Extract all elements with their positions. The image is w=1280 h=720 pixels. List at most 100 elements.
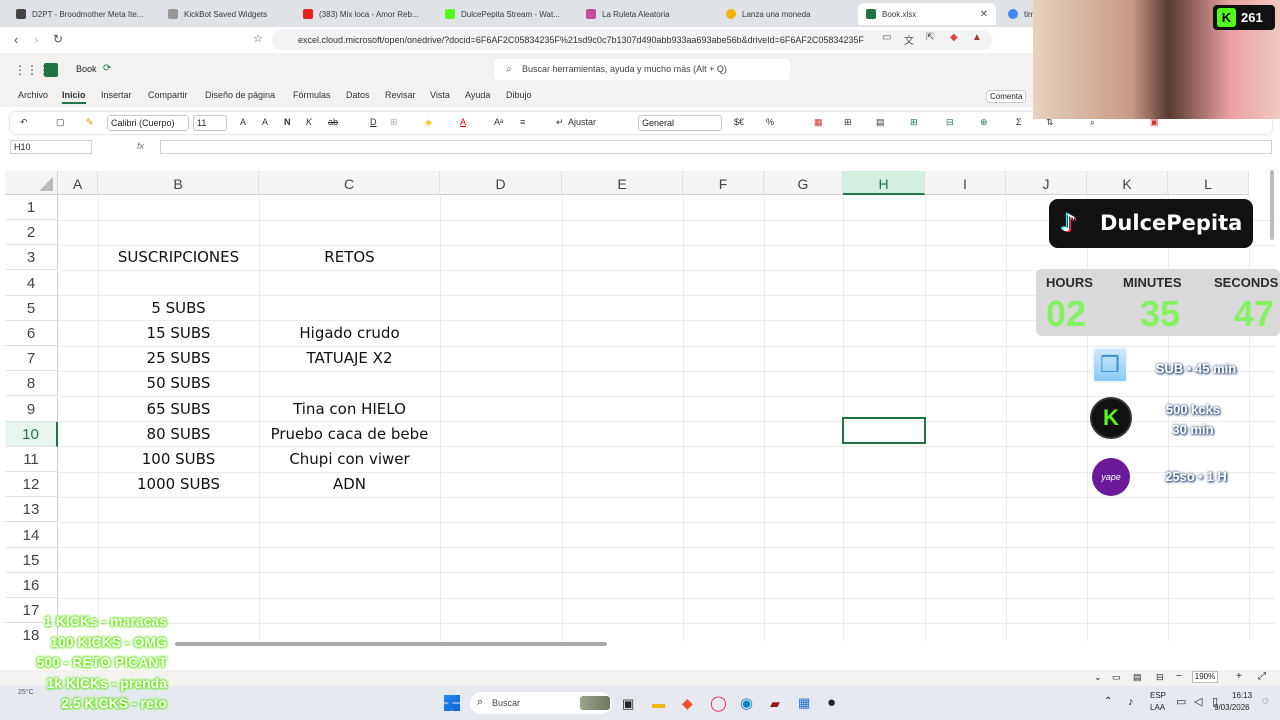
reload-icon[interactable]: ↻ [53, 32, 63, 46]
cell-b9[interactable]: 65 SUBS [98, 397, 259, 422]
brave-shield-icon[interactable]: ◆ [950, 32, 958, 43]
mic-icon[interactable]: ♪ [1128, 696, 1134, 708]
zoom-out-icon[interactable]: − [1176, 671, 1182, 682]
menu-compartir[interactable]: Compartir [148, 90, 188, 100]
column-header-g[interactable]: G [764, 171, 843, 195]
cell-c7[interactable]: TATUAJE X2 [259, 346, 440, 371]
notification-icon[interactable]: ◌ [1262, 695, 1269, 707]
share-icon[interactable]: ⇱ [926, 32, 934, 43]
tab-ruleta[interactable]: La Ruleta Aleatoria [578, 3, 718, 25]
tab-tim[interactable]: tim [1000, 3, 1034, 25]
insert-cells-icon[interactable]: ⊞ [910, 117, 918, 128]
column-header-f[interactable]: F [683, 171, 764, 195]
page-break-icon[interactable]: ⊟ [1156, 672, 1164, 683]
font-family-select[interactable]: Calibri (Cuerpo) [107, 115, 189, 131]
lang-top[interactable]: ESP [1150, 691, 1166, 700]
row-header-7[interactable]: 7 [5, 346, 58, 372]
app-icon[interactable]: ▰ [770, 696, 780, 712]
menu-diseno[interactable]: Diseño de página [205, 90, 275, 100]
translate-icon[interactable]: 文 [904, 32, 914, 47]
comments-button[interactable]: Comenta [986, 90, 1027, 103]
menu-formulas[interactable]: Fórmulas [293, 90, 331, 100]
column-header-e[interactable]: E [562, 171, 683, 195]
fill-color-icon[interactable]: ◈ [425, 117, 432, 128]
align-icon[interactable]: ≡ [520, 117, 525, 127]
menu-datos[interactable]: Datos [346, 90, 370, 100]
fit-icon[interactable]: ⤢ [1258, 671, 1266, 682]
number-format-select[interactable]: General [638, 115, 722, 131]
cell-b8[interactable]: 50 SUBS [98, 371, 259, 396]
row-header-5[interactable]: 5 [5, 295, 58, 321]
paste-icon[interactable]: ▢ [56, 117, 65, 128]
cell-c12[interactable]: ADN [259, 472, 440, 497]
wrap-text-icon[interactable]: ↵ [556, 117, 564, 128]
row-header-16[interactable]: 16 [5, 573, 58, 598]
page-view-icon[interactable]: ▤ [1133, 672, 1142, 683]
fx-icon[interactable]: fx [137, 141, 144, 151]
tab-kickbot[interactable]: KickBot Saved Widgets [160, 3, 295, 25]
borders-icon[interactable]: ⊞ [390, 117, 398, 128]
row-header-3[interactable]: 3 [5, 245, 58, 271]
selected-cell[interactable] [842, 417, 926, 444]
conditional-format-icon[interactable]: ▦ [814, 117, 823, 128]
menu-vista[interactable]: Vista [430, 90, 450, 100]
network-icon[interactable]: ▭ [1176, 695, 1186, 708]
row-header-15[interactable]: 15 [5, 547, 58, 573]
column-header-j[interactable]: J [1006, 171, 1087, 195]
opera-icon[interactable]: ◯ [710, 694, 727, 712]
cell-b6[interactable]: 15 SUBS [98, 321, 259, 346]
font-color-icon[interactable]: A [460, 117, 466, 127]
cell-b10[interactable]: 80 SUBS [98, 422, 259, 447]
underline-icon[interactable]: D [370, 117, 377, 127]
obs-icon[interactable]: ● [827, 694, 836, 711]
tab-book[interactable]: Book.xlsx ✕ [858, 3, 996, 25]
edge-icon[interactable]: ◉ [740, 694, 753, 712]
row-header-11[interactable]: 11 [5, 447, 58, 472]
menu-archivo[interactable]: Archivo [18, 90, 48, 100]
row-header-12[interactable]: 12 [5, 472, 58, 498]
brave-icon[interactable]: ◆ [682, 695, 693, 712]
italic-button[interactable]: K [306, 117, 312, 127]
zoom-level[interactable]: 190% [1192, 671, 1218, 683]
volume-icon[interactable]: ◁ [1194, 695, 1202, 708]
percent-icon[interactable]: % [766, 117, 774, 127]
cell-b5[interactable]: 5 SUBS [98, 296, 259, 321]
menu-inicio[interactable]: Inicio [62, 90, 86, 104]
close-tab-icon[interactable]: ✕ [980, 9, 988, 20]
row-header-8[interactable]: 8 [5, 371, 58, 397]
tab-moneda[interactable]: Lanza una moneda [718, 3, 858, 25]
styles-icon[interactable]: Aᵃ [494, 117, 503, 127]
autosum-icon[interactable]: Σ [1016, 117, 1022, 127]
column-header-b[interactable]: B [98, 171, 259, 195]
menu-ayuda[interactable]: Ayuda [465, 90, 490, 100]
bold-button[interactable]: N [284, 117, 291, 127]
column-header-i[interactable]: I [925, 171, 1006, 195]
tray-chevron-icon[interactable]: ⌃ [1104, 696, 1112, 707]
cell-styles-icon[interactable]: ▤ [876, 117, 885, 128]
bookmark-icon[interactable]: ☆ [253, 32, 263, 45]
cell-c3[interactable]: RETOS [259, 245, 440, 270]
name-box[interactable]: H10 [10, 140, 92, 154]
vertical-scrollbar[interactable] [1270, 170, 1274, 240]
select-all-corner[interactable] [5, 171, 58, 195]
undo-icon[interactable]: ↶ [20, 117, 28, 128]
strikethrough-icon[interactable]: ab [328, 117, 338, 127]
delete-cells-icon[interactable]: ⊟ [946, 117, 954, 128]
row-header-2[interactable]: 2 [5, 220, 58, 246]
table-format-icon[interactable]: ⊞ [844, 117, 852, 128]
lang-bottom[interactable]: LAA [1150, 703, 1165, 712]
normal-view-icon[interactable]: ▭ [1112, 672, 1121, 683]
cell-c6[interactable]: Higado crudo [259, 321, 440, 346]
clock-time[interactable]: 16:13 [1232, 691, 1252, 700]
task-view-icon[interactable]: ▣ [622, 696, 634, 712]
cell-b3[interactable]: SUSCRIPCIONES [98, 245, 259, 270]
column-header-h[interactable]: H [843, 171, 925, 195]
doc-title[interactable]: Book [76, 64, 97, 74]
row-header-9[interactable]: 9 [5, 396, 58, 422]
wrap-text-label[interactable]: Ajustar [568, 117, 596, 127]
cell-c11[interactable]: Chupi con viwer [259, 447, 440, 472]
tab-youtube[interactable]: (383) Mix loca - Amor Reb... [295, 3, 435, 25]
grow-font-icon[interactable]: A [240, 117, 246, 127]
back-icon[interactable]: ‹ [14, 32, 18, 47]
shrink-font-icon[interactable]: A [262, 117, 268, 127]
